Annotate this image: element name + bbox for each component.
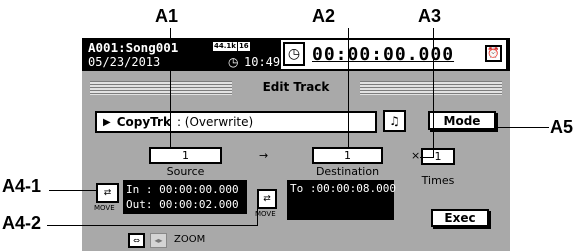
- locate-icon[interactable]: ◷: [283, 42, 305, 66]
- edit-command-selector[interactable]: ▶ CopyTrk : (Overwrite): [95, 111, 377, 133]
- move-source-icon[interactable]: ⇄: [96, 183, 119, 203]
- callout-a4-1: A4-1: [2, 176, 42, 196]
- source-track-field[interactable]: 1: [149, 147, 222, 164]
- mode-button[interactable]: Mode: [428, 111, 496, 130]
- times-symbol: ×: [411, 149, 421, 162]
- move-destination-icon[interactable]: ⇄: [257, 189, 277, 209]
- callout-a3: A3: [418, 6, 442, 26]
- leader-a1: [170, 28, 171, 147]
- arrow-symbol: →: [259, 149, 269, 162]
- format-badges: 44.1k 16: [213, 42, 250, 51]
- zoom-label: ZOOM: [174, 234, 206, 245]
- leader-a4-2-horizontal: [47, 225, 257, 226]
- exec-button[interactable]: Exec: [431, 209, 489, 227]
- out-point: Out: 00:00:02.000: [126, 198, 239, 211]
- destination-track-field[interactable]: 1: [312, 147, 383, 164]
- title-stripe-left: [90, 81, 232, 95]
- header-bar: A001:Song001 05/23/2013 44.1k 16 ◷ 10:49…: [82, 38, 510, 71]
- leader-a3-horizontal: [420, 157, 434, 158]
- destination-time-display: To :00:00:08.000: [287, 180, 396, 220]
- zoom-in-icon[interactable]: ◂▸: [150, 233, 167, 248]
- source-label: Source: [166, 165, 205, 178]
- counter-area: ◷ 00:00:00.000 ⏰: [281, 40, 506, 69]
- zoom-out-icon[interactable]: ⇔: [128, 233, 145, 248]
- sample-rate-badge: 44.1k: [213, 42, 237, 51]
- alarm-clock-icon[interactable]: ⏰: [485, 45, 502, 62]
- music-notes-icon[interactable]: ♫: [383, 110, 406, 132]
- clock-time: 10:49: [244, 55, 281, 69]
- leader-a4-2-vertical: [257, 208, 258, 226]
- song-name: A001:Song001: [88, 40, 179, 55]
- callout-a4-2: A4-2: [2, 213, 42, 233]
- clock-icon: ◷: [228, 55, 239, 69]
- move-label-1: MOVE: [94, 204, 115, 212]
- lcd-screen: A001:Song001 05/23/2013 44.1k 16 ◷ 10:49…: [82, 38, 510, 251]
- source-range-display: In : 00:00:00.000 Out: 00:00:02.000: [123, 180, 247, 214]
- callout-a5: A5: [550, 117, 574, 137]
- move-label-2: MOVE: [255, 210, 276, 218]
- leader-a3-vertical: [433, 28, 434, 157]
- leader-a5: [497, 127, 549, 128]
- leader-a4-1: [49, 190, 96, 191]
- callout-a1: A1: [155, 6, 179, 26]
- in-point: In : 00:00:00.000: [126, 183, 239, 196]
- callout-a2: A2: [312, 6, 336, 26]
- date-display: 05/23/2013: [88, 55, 161, 69]
- play-triangle-icon: ▶: [103, 116, 111, 128]
- bit-depth-badge: 16: [237, 42, 250, 51]
- command-option: : (Overwrite): [176, 115, 254, 129]
- page-title: Edit Track: [262, 80, 330, 94]
- times-label: Times: [421, 174, 455, 187]
- title-stripe-right: [360, 81, 502, 95]
- destination-label: Destination: [315, 165, 380, 178]
- leader-a2: [348, 28, 349, 147]
- command-name: CopyTrk: [116, 115, 171, 129]
- title-row: Edit Track: [90, 80, 502, 95]
